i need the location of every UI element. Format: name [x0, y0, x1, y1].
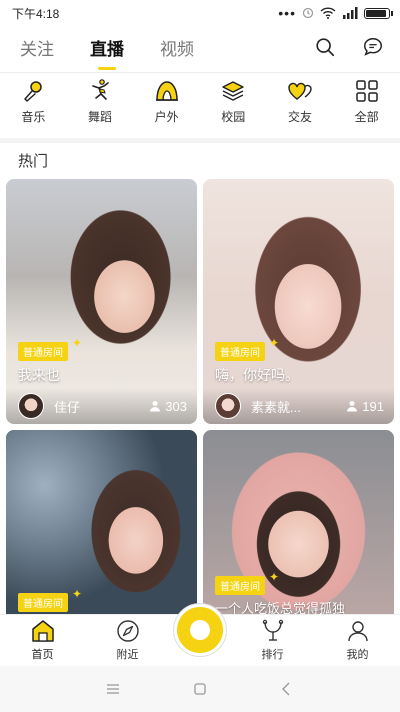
live-room-card[interactable]: 普通房间 ✦ 嗨，你好吗。 素素就... 191	[203, 179, 394, 424]
status-bar: 下午4:18 •••	[0, 0, 400, 26]
category-label: 户外	[154, 110, 179, 124]
category-label: 校园	[221, 110, 246, 124]
viewer-count: 303	[149, 399, 187, 414]
microphone-icon	[24, 81, 43, 102]
nav-nearby[interactable]: 附近	[98, 618, 158, 662]
host-name: 素素就...	[251, 399, 301, 415]
live-room-card[interactable]: 普通房间 ✦ 一个人吃饭总觉得孤独	[203, 430, 394, 614]
menu-icon[interactable]	[105, 681, 121, 697]
live-button-dot	[190, 620, 210, 640]
sparkle-icon: ✦	[269, 570, 280, 584]
room-title: 一个人吃饭总觉得孤独	[215, 601, 346, 614]
message-icon[interactable]	[362, 36, 384, 58]
viewers-icon	[347, 401, 358, 412]
live-room-card[interactable]: 普通房间 ✦ 我来也 佳仔 303	[6, 179, 197, 424]
trophy-icon	[262, 619, 283, 641]
category-friends[interactable]: 交友	[272, 78, 328, 134]
nav-label: 排行	[261, 649, 284, 661]
top-actions	[314, 36, 384, 58]
nav-label: 我的	[346, 649, 369, 661]
room-title: 我来也	[18, 367, 60, 383]
battery-icon	[364, 7, 393, 19]
category-label: 舞蹈	[87, 110, 112, 124]
section-divider	[0, 138, 400, 143]
live-room-card[interactable]: 普通房间 ✦	[6, 430, 197, 614]
back-icon[interactable]	[279, 681, 295, 697]
tent-icon	[155, 81, 178, 101]
hearts-icon	[288, 82, 312, 100]
viewers-icon	[150, 401, 161, 412]
person-icon	[347, 621, 368, 642]
room-cover-image	[6, 430, 197, 614]
status-time: 下午4:18	[12, 6, 60, 21]
dots-icon: •••	[278, 5, 296, 21]
host-name: 佳仔	[54, 399, 81, 415]
nav-home[interactable]: 首页	[13, 618, 73, 662]
home-icon	[31, 620, 54, 642]
sparkle-icon: ✦	[72, 587, 83, 601]
books-icon	[222, 81, 244, 101]
nav-ranking[interactable]: 排行	[243, 618, 303, 662]
signal-icon	[343, 7, 358, 19]
room-type-badge: 普通房间	[215, 342, 265, 361]
sparkle-icon: ✦	[269, 336, 280, 350]
category-outdoor[interactable]: 户外	[139, 78, 195, 134]
category-campus[interactable]: 校园	[205, 78, 261, 134]
grid-icon	[355, 80, 378, 102]
category-label: 音乐	[21, 110, 46, 124]
wifi-icon	[320, 7, 336, 19]
avatar[interactable]	[215, 393, 241, 419]
room-title: 嗨，你好吗。	[215, 367, 299, 383]
room-type-badge: 普通房间	[18, 342, 68, 361]
viewer-count: 191	[346, 399, 384, 414]
room-type-badge: 普通房间	[215, 576, 265, 595]
section-title: 热门	[18, 153, 49, 170]
category-bar: 音乐 舞蹈 户外 校园 交友 全部	[0, 78, 400, 134]
category-dance[interactable]: 舞蹈	[72, 78, 128, 134]
tab-live[interactable]: 直播	[90, 34, 124, 70]
category-music[interactable]: 音乐	[5, 78, 61, 134]
dancer-icon	[92, 79, 109, 100]
search-icon[interactable]	[314, 36, 336, 58]
viewer-count-text: 303	[165, 398, 187, 414]
start-live-button[interactable]	[174, 604, 226, 656]
tab-follow[interactable]: 关注	[20, 34, 54, 66]
nav-me[interactable]: 我的	[328, 618, 388, 662]
room-footer: 佳仔 303	[6, 388, 197, 424]
category-all[interactable]: 全部	[339, 78, 395, 134]
viewer-count-text: 191	[362, 398, 384, 414]
nav-label: 附近	[116, 649, 139, 661]
nav-label: 首页	[31, 649, 54, 661]
home-square-icon[interactable]	[192, 681, 208, 697]
tab-video[interactable]: 视频	[160, 34, 194, 66]
compass-icon	[116, 620, 139, 642]
status-icons: •••	[278, 5, 393, 21]
alarm-icon	[302, 7, 314, 19]
sparkle-icon: ✦	[72, 336, 83, 350]
category-label: 全部	[354, 110, 379, 124]
system-nav-bar	[0, 666, 400, 712]
room-footer: 素素就... 191	[203, 388, 394, 424]
category-label: 交友	[287, 110, 312, 124]
header-divider	[0, 72, 400, 73]
avatar[interactable]	[18, 393, 44, 419]
room-type-badge: 普通房间	[18, 593, 68, 612]
